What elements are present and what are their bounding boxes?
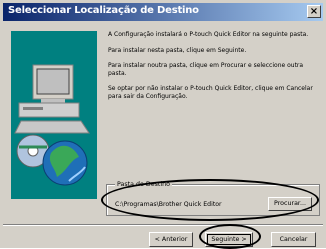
instruction-paragraph: Para instalar nesta pasta, clique em Seg… bbox=[108, 46, 247, 54]
setup-illustration bbox=[11, 31, 97, 199]
instruction-paragraph: Se optar por não instalar o P-touch Quic… bbox=[108, 85, 313, 100]
back-button[interactable]: < Anterior bbox=[149, 232, 193, 247]
instruction-paragraph: Para instalar noutra pasta, clique em Pr… bbox=[108, 62, 304, 77]
computer-and-disc-illustration bbox=[11, 31, 97, 199]
separator-line bbox=[3, 224, 323, 226]
next-button[interactable]: Seguinte > bbox=[205, 232, 253, 247]
destination-path: C:\Programas\Brother Quick Editor bbox=[115, 201, 222, 208]
window-title: Seleccionar Localização de Destino bbox=[8, 5, 199, 16]
close-icon: × bbox=[309, 6, 319, 17]
setup-dialog: Seleccionar Localização de Destino × A C… bbox=[0, 0, 326, 249]
instructions: A Configuração instalará o P-touch Quick… bbox=[108, 31, 318, 109]
cancel-button[interactable]: Cancelar bbox=[271, 232, 316, 247]
destination-group-label: Pasta de Destino bbox=[115, 181, 172, 189]
instruction-paragraph: A Configuração instalará o P-touch Quick… bbox=[108, 31, 309, 38]
title-bar[interactable]: Seleccionar Localização de Destino × bbox=[3, 3, 323, 21]
browse-button[interactable]: Procurar... bbox=[268, 197, 312, 211]
close-button[interactable]: × bbox=[307, 5, 321, 18]
destination-folder-group: Pasta de Destino C:\Programas\Brother Qu… bbox=[106, 181, 320, 216]
